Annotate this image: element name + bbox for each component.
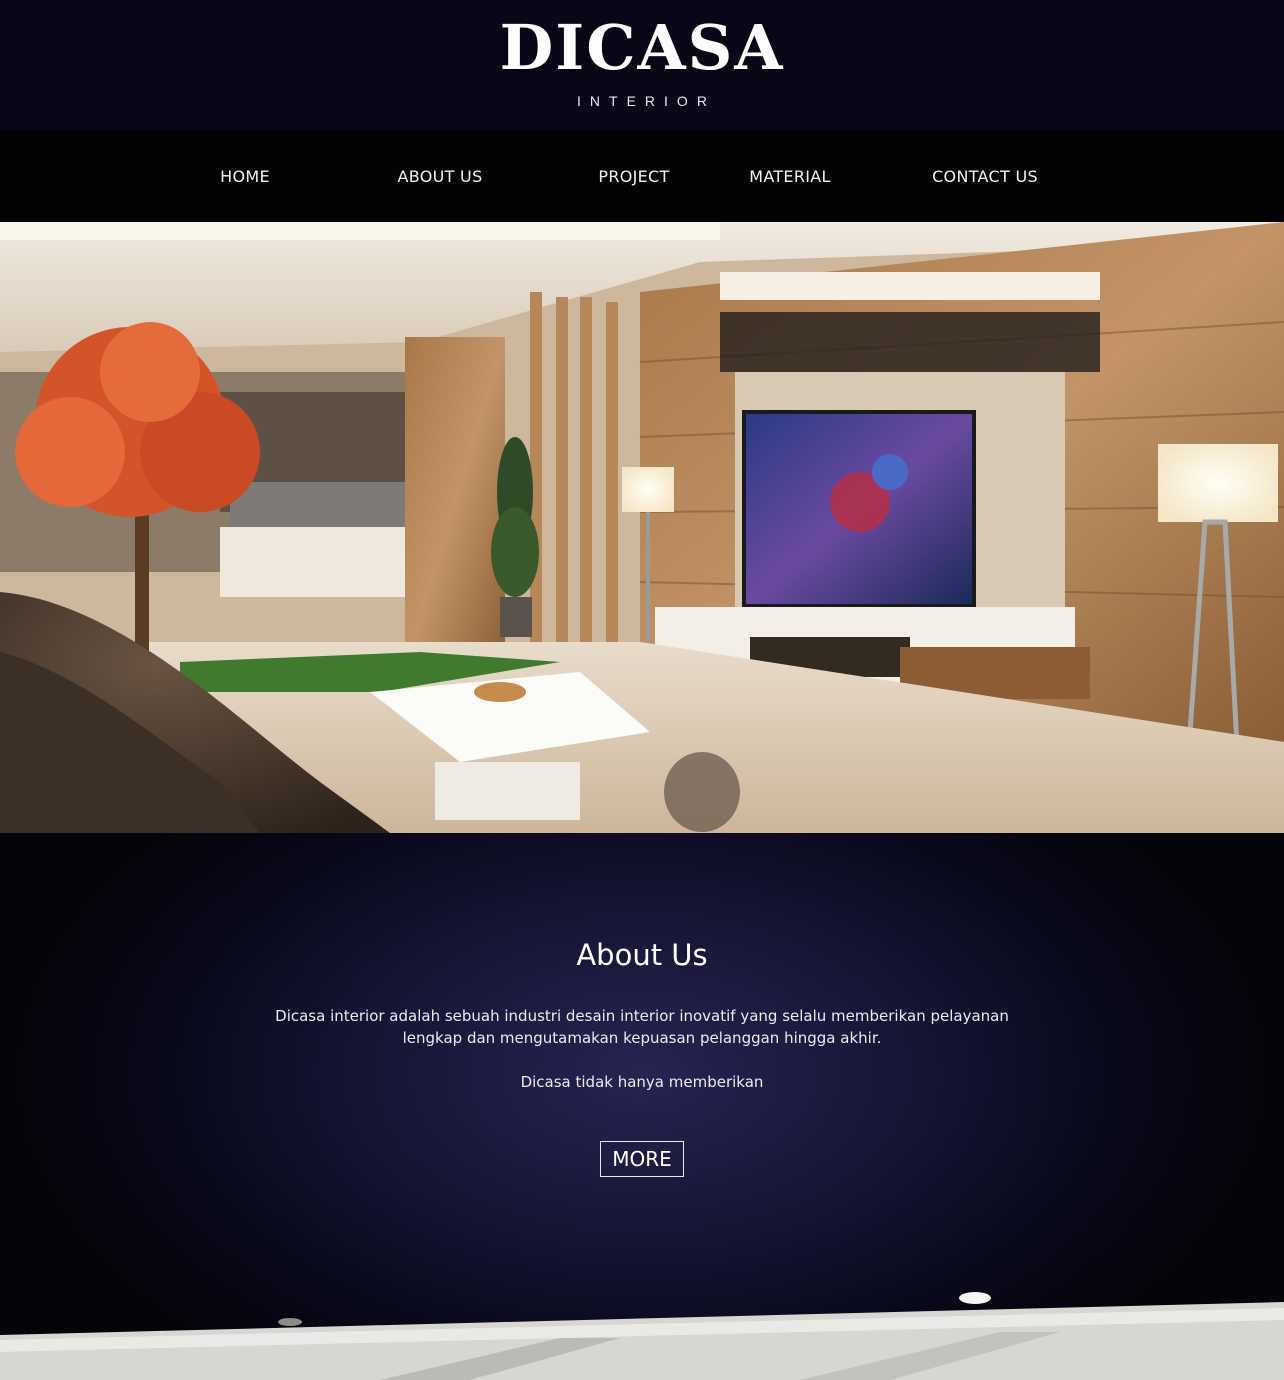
- hero-image: [0, 222, 1284, 833]
- logo-wordmark[interactable]: DICASA: [499, 17, 784, 79]
- logo-subtitle: INTERIOR: [577, 93, 716, 109]
- nav-item-about-us[interactable]: ABOUT US: [370, 130, 510, 222]
- about-paragraph-1: Dicasa interior adalah sebuah industri d…: [275, 1007, 1009, 1047]
- next-section-illustration: [0, 1292, 1284, 1380]
- main-nav: HOME ABOUT US PROJECT MATERIAL CONTACT U…: [0, 130, 1284, 222]
- about-title: About Us: [576, 938, 708, 972]
- nav-item-project[interactable]: PROJECT: [574, 130, 694, 222]
- next-section-image: [0, 1280, 1284, 1380]
- nav-item-home[interactable]: HOME: [180, 130, 310, 222]
- living-room-illustration: [0, 222, 1284, 833]
- about-paragraph-2: Dicasa tidak hanya memberikan: [520, 1073, 764, 1091]
- nav-item-contact-us[interactable]: CONTACT US: [910, 130, 1060, 222]
- logo-header: DICASA INTERIOR: [0, 0, 1284, 130]
- nav-item-material[interactable]: MATERIAL: [730, 130, 850, 222]
- more-button[interactable]: MORE: [600, 1141, 684, 1177]
